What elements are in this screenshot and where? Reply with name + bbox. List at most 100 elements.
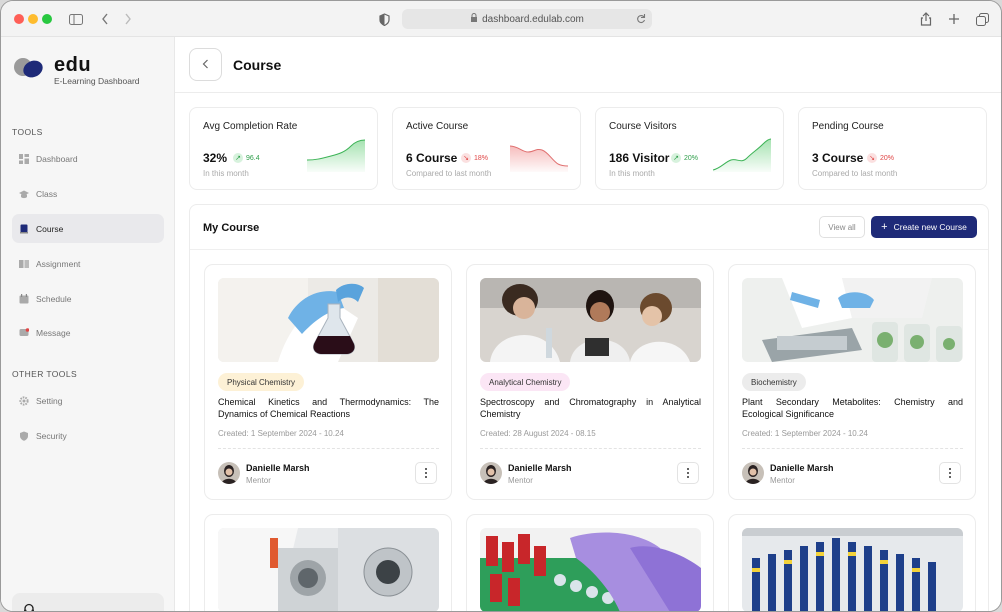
sparkline-up (307, 139, 365, 172)
course-card[interactable]: Biochemistry Plant Secondary Metabolites… (728, 264, 976, 500)
lock-icon (470, 13, 478, 25)
course-image-test-tubes (480, 528, 701, 611)
minimize-window-button[interactable] (28, 14, 38, 24)
course-image-lab-equipment (218, 528, 439, 611)
section-title: My Course (203, 222, 260, 234)
stat-title: Course Visitors (609, 121, 677, 132)
created-date: Created: 28 August 2024 - 08.15 (480, 429, 596, 438)
created-date: Created: 1 September 2024 - 10.24 (742, 429, 868, 438)
course-title[interactable]: Spectroscopy and Chromatography in Analy… (480, 396, 701, 420)
course-title[interactable]: Plant Secondary Metabolites: Chemistry a… (742, 396, 963, 420)
brand-name: edu (54, 54, 92, 76)
change-value: 20% (880, 154, 895, 162)
stat-value: 186 Visitor (609, 151, 670, 165)
shield-privacy-icon[interactable] (376, 11, 392, 27)
course-card[interactable]: Analytical Chemistry Spectroscopy and Ch… (466, 264, 714, 500)
back-arrow-icon[interactable] (97, 11, 113, 27)
create-course-button[interactable]: + Create new Course (871, 216, 977, 238)
sidebar-item-label: Course (36, 223, 64, 234)
maximize-window-button[interactable] (42, 14, 52, 24)
stat-title: Active Course (406, 121, 469, 132)
mentor-name: Danielle Marsh (508, 463, 572, 473)
course-card[interactable] (728, 514, 976, 611)
arrow-down-right-icon: ↘ (867, 153, 877, 163)
reload-icon[interactable] (636, 13, 646, 27)
course-card[interactable]: Physical Chemistry Chemical Kinetics and… (204, 264, 452, 500)
more-options-button[interactable] (939, 462, 961, 484)
change-value: 18% (474, 154, 489, 162)
address-bar[interactable]: dashboard.edulab.com (402, 9, 652, 29)
mentor-name: Danielle Marsh (246, 463, 310, 473)
more-options-button[interactable] (677, 462, 699, 484)
brand-subtitle: E-Learning Dashboard (54, 76, 140, 86)
sidebar-item-assignment[interactable]: Assignment (12, 249, 164, 278)
back-button[interactable] (189, 48, 222, 81)
support-card[interactable] (12, 593, 164, 611)
change-badge-down: ↘ 18% (461, 153, 488, 163)
sidebar-item-class[interactable]: Class (12, 179, 164, 208)
browser-window: dashboard.edulab.com edu E-Learning Dash… (0, 0, 1002, 612)
calendar-icon (19, 293, 29, 304)
divider (480, 448, 701, 449)
mentor-role: Mentor (508, 476, 533, 485)
change-badge-up: ↗ 96.4 (233, 153, 260, 163)
stat-subtext: Compared to last month (406, 169, 492, 178)
sparkline-up (713, 138, 771, 172)
sidebar-item-label: Security (36, 430, 67, 441)
browser-toolbar: dashboard.edulab.com (1, 1, 1001, 37)
change-badge-down: ↘ 20% (867, 153, 894, 163)
stat-value: 32% (203, 151, 228, 165)
stat-subtext: In this month (609, 169, 655, 178)
sidebar-item-course[interactable]: Course (12, 214, 164, 243)
course-title[interactable]: Chemical Kinetics and Thermodynamics: Th… (218, 396, 439, 420)
page-title: Course (233, 57, 282, 73)
course-card[interactable] (466, 514, 714, 611)
sidebar-item-dashboard[interactable]: Dashboard (12, 144, 164, 173)
mentor-name: Danielle Marsh (770, 463, 834, 473)
sidebar-item-setting[interactable]: Setting (12, 386, 164, 415)
url-text: dashboard.edulab.com (482, 13, 584, 25)
arrow-up-right-icon: ↗ (671, 153, 681, 163)
view-all-button[interactable]: View all (819, 216, 865, 238)
tools-section-label: TOOLS (12, 127, 43, 137)
category-tag: Analytical Chemistry (480, 373, 571, 391)
sidebar-item-label: Message (36, 327, 71, 338)
sidebar-item-label: Class (36, 188, 58, 199)
arrow-down-right-icon: ↘ (461, 153, 471, 163)
sidebar-item-label: Setting (36, 395, 63, 406)
chevron-left-icon (202, 56, 209, 74)
brand-logo-icon (13, 56, 45, 85)
page-header: Course (175, 37, 1001, 93)
avatar (742, 462, 764, 484)
course-card[interactable] (204, 514, 452, 611)
book-icon (19, 224, 29, 234)
gear-icon (19, 395, 29, 406)
stat-title: Pending Course (812, 121, 884, 132)
category-tag: Physical Chemistry (218, 373, 305, 391)
sidebar-item-message[interactable]: Message (12, 318, 164, 347)
sidebar-item-security[interactable]: Security (12, 421, 164, 450)
stat-value: 3 Course (812, 151, 864, 165)
arrow-up-right-icon: ↗ (233, 153, 243, 163)
close-window-button[interactable] (14, 14, 24, 24)
more-options-button[interactable] (415, 462, 437, 484)
sidebar-item-label: Dashboard (36, 153, 78, 164)
assignment-icon (19, 259, 29, 269)
share-icon[interactable] (918, 11, 934, 27)
change-badge-up: ↗ 20% (671, 153, 698, 163)
main-content: Course Avg Completion Rate 32% ↗ 96.4 In … (175, 37, 1001, 611)
stat-subtext: In this month (203, 169, 249, 178)
stat-value: 6 Course (406, 151, 458, 165)
forward-arrow-icon[interactable] (120, 11, 136, 27)
other-tools-section-label: OTHER TOOLS (12, 369, 78, 379)
divider (190, 249, 988, 250)
new-tab-icon[interactable] (946, 11, 962, 27)
dashboard-icon (19, 153, 29, 164)
stat-title: Avg Completion Rate (203, 121, 298, 132)
my-course-panel: My Course View all + Create new Course P… (189, 204, 989, 611)
sidebar-item-label: Schedule (36, 293, 72, 304)
sidebar-toggle-icon[interactable] (68, 11, 84, 27)
tab-overview-icon[interactable] (974, 11, 990, 27)
sidebar-item-schedule[interactable]: Schedule (12, 284, 164, 313)
mentor-role: Mentor (246, 476, 271, 485)
